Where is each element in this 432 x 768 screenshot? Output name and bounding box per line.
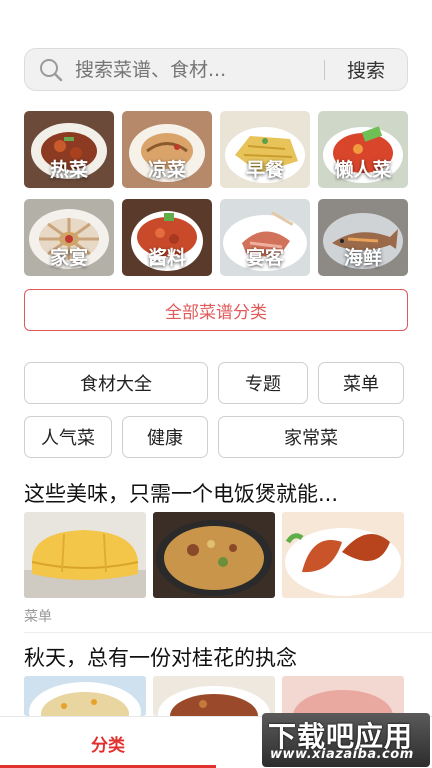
chip-ingredients[interactable]: 食材大全 <box>24 362 208 404</box>
divider <box>24 632 432 633</box>
article-tag: 菜单 <box>24 609 52 625</box>
category-label: 懒人菜 <box>334 159 392 181</box>
watermark-logo: 下载吧应用 www.xiazaiba.com <box>262 713 430 767</box>
rice-image <box>153 512 275 598</box>
category-grid: 热菜 凉菜 早餐 懒人菜 家宴 酱料 宴客 海鲜 <box>24 111 409 276</box>
category-lazy-dishes[interactable]: 懒人菜 <box>318 111 408 188</box>
watermark-url: www.xiazaiba.com <box>270 747 414 762</box>
article-thumbnail[interactable] <box>24 512 146 598</box>
article-thumbnail[interactable] <box>153 676 275 716</box>
article-thumbnail[interactable] <box>24 676 146 716</box>
search-button[interactable]: 搜索 <box>325 56 407 83</box>
category-label: 家宴 <box>49 247 88 269</box>
chip-menus[interactable]: 菜单 <box>318 362 404 404</box>
chip-home-cooking[interactable]: 家常菜 <box>218 416 404 458</box>
osmanthus-image <box>24 676 146 716</box>
category-label: 早餐 <box>245 159 284 181</box>
category-label: 凉菜 <box>147 159 186 181</box>
category-family-feast[interactable]: 家宴 <box>24 199 114 276</box>
article-title[interactable]: 这些美味，只需一个电饭煲就能... <box>24 478 338 508</box>
chip-health[interactable]: 健康 <box>122 416 208 458</box>
category-cold-dishes[interactable]: 凉菜 <box>122 111 212 188</box>
category-label: 酱料 <box>147 247 186 269</box>
all-categories-button[interactable]: 全部菜谱分类 <box>24 289 408 331</box>
category-label: 海鲜 <box>343 247 382 269</box>
category-hot-dishes[interactable]: 热菜 <box>24 111 114 188</box>
chip-topics[interactable]: 专题 <box>218 362 308 404</box>
search-icon <box>31 48 71 91</box>
category-seafood[interactable]: 海鲜 <box>318 199 408 276</box>
category-label: 宴客 <box>245 247 284 269</box>
wings-image <box>282 512 404 598</box>
chip-popular[interactable]: 人气菜 <box>24 416 112 458</box>
dish-image <box>153 676 275 716</box>
article-thumbnail[interactable] <box>282 512 404 598</box>
article-thumbnail[interactable] <box>282 676 404 716</box>
search-input[interactable] <box>71 58 324 81</box>
article-title[interactable]: 秋天，总有一份对桂花的执念 <box>24 642 297 672</box>
category-banquet[interactable]: 宴客 <box>220 199 310 276</box>
cake-image <box>24 512 146 598</box>
dessert-image <box>282 676 404 716</box>
category-sauces[interactable]: 酱料 <box>122 199 212 276</box>
search-bar[interactable]: 搜索 <box>24 48 408 91</box>
article-thumbnail[interactable] <box>153 512 275 598</box>
category-label: 热菜 <box>49 159 88 181</box>
category-breakfast[interactable]: 早餐 <box>220 111 310 188</box>
tab-category[interactable]: 分类 <box>0 717 216 768</box>
